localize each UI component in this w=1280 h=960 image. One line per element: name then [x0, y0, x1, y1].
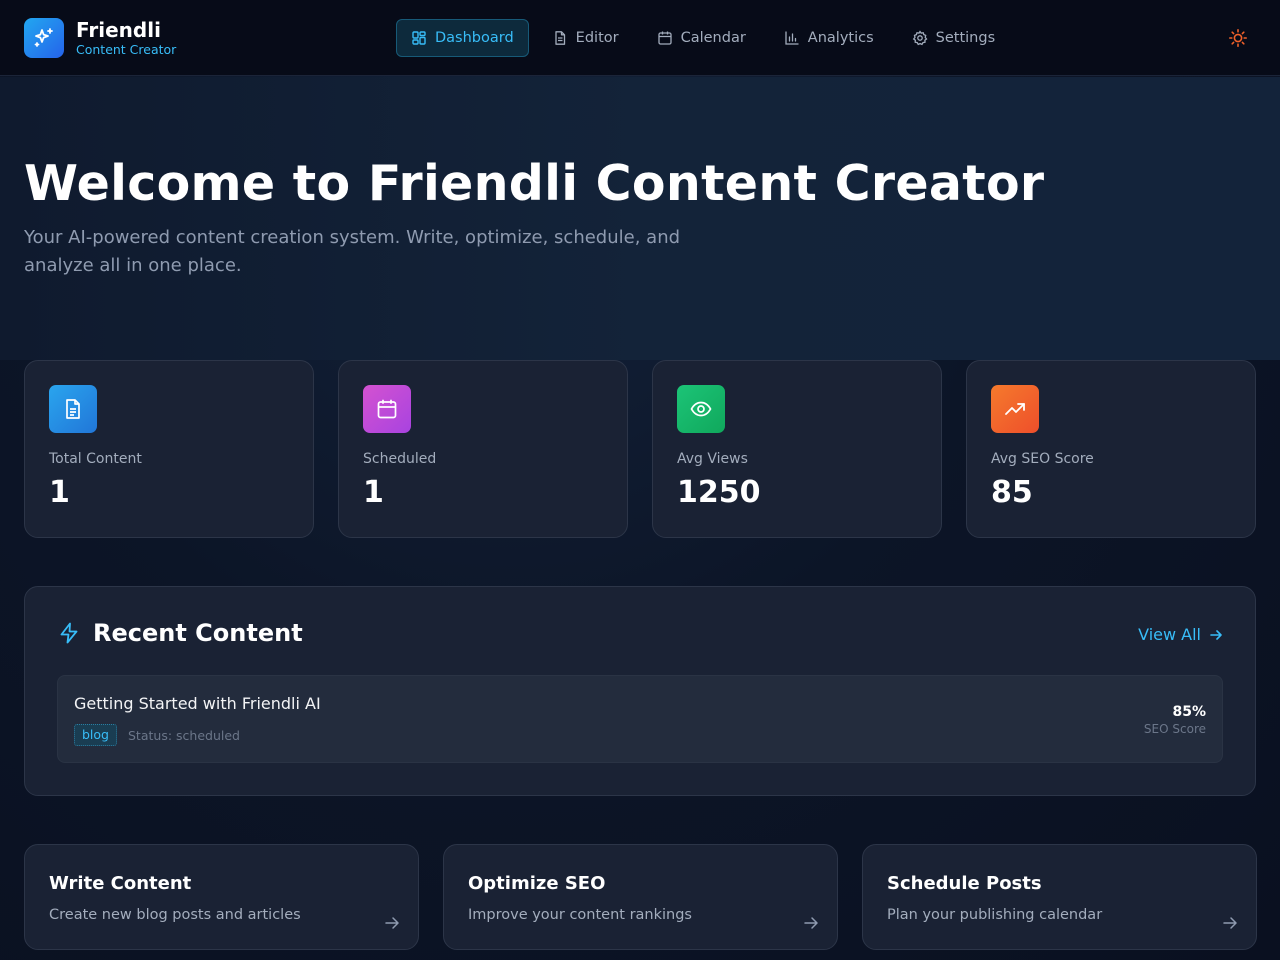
action-description: Create new blog posts and articles	[49, 907, 301, 923]
document-icon	[49, 385, 97, 433]
nav-dashboard-label: Dashboard	[435, 30, 514, 46]
action-card-write-content[interactable]: Write Content Create new blog posts and …	[24, 844, 419, 950]
lightning-icon	[60, 622, 78, 644]
stat-card-avg-views: Avg Views 1250	[652, 360, 942, 538]
nav-settings[interactable]: Settings	[897, 19, 1010, 57]
stats-row: Total Content 1 Scheduled 1 Avg Views 12…	[24, 360, 1256, 538]
nav-calendar-label: Calendar	[680, 30, 746, 46]
action-description: Plan your publishing calendar	[887, 907, 1103, 923]
action-card-optimize-seo[interactable]: Optimize SEO Improve your content rankin…	[443, 844, 838, 950]
nav-dashboard[interactable]: Dashboard	[396, 19, 529, 57]
action-card-schedule-posts[interactable]: Schedule Posts Plan your publishing cale…	[862, 844, 1257, 950]
stat-value: 1	[49, 475, 70, 510]
action-title: Optimize SEO	[468, 873, 606, 894]
nav-calendar[interactable]: Calendar	[642, 19, 761, 57]
nav-analytics[interactable]: Analytics	[769, 19, 889, 57]
eye-icon	[677, 385, 725, 433]
content-type-badge: blog	[74, 724, 117, 746]
quick-actions-row: Write Content Create new blog posts and …	[24, 844, 1257, 950]
content-status: Status: scheduled	[128, 728, 240, 743]
nav-settings-label: Settings	[935, 30, 996, 46]
stat-card-scheduled: Scheduled 1	[338, 360, 628, 538]
file-icon	[555, 31, 565, 45]
nav-editor-label: Editor	[575, 30, 619, 46]
stat-label: Avg SEO Score	[991, 451, 1094, 467]
stat-value: 1250	[677, 475, 761, 510]
arrow-right-icon	[1210, 629, 1222, 640]
stat-label: Total Content	[49, 451, 142, 467]
recent-content-panel: Recent Content View All Getting Started …	[24, 586, 1256, 796]
page-title: Welcome to Friendli Content Creator	[24, 155, 1045, 212]
dashboard-icon	[412, 31, 426, 45]
theme-toggle-button[interactable]	[1222, 22, 1254, 54]
view-all-link[interactable]: View All	[1138, 625, 1223, 644]
main-nav: Dashboard Editor Calendar Analytics Sett…	[396, 19, 1018, 57]
list-item[interactable]: Getting Started with Friendli AI blog St…	[57, 675, 1223, 763]
app-subtitle: Content Creator	[76, 42, 177, 57]
hero-description: Your AI-powered content creation system.…	[24, 227, 681, 276]
view-all-label: View All	[1138, 625, 1201, 644]
action-title: Schedule Posts	[887, 873, 1042, 894]
stat-card-total-content: Total Content 1	[24, 360, 314, 538]
brand[interactable]: Friendli Content Creator	[24, 18, 176, 58]
gear-icon	[912, 30, 928, 46]
seo-score-label: SEO Score	[1143, 722, 1206, 736]
nav-analytics-label: Analytics	[807, 30, 874, 46]
trending-up-icon	[991, 385, 1039, 433]
sparkles-icon	[24, 18, 64, 58]
nav-editor[interactable]: Editor	[537, 19, 634, 57]
action-description: Improve your content rankings	[468, 907, 692, 923]
action-title: Write Content	[49, 873, 192, 894]
calendar-icon	[363, 385, 411, 433]
sun-icon	[1229, 29, 1247, 47]
arrow-right-icon	[1223, 917, 1237, 929]
stat-label: Avg Views	[677, 451, 748, 467]
stat-value: 1	[363, 475, 384, 510]
stat-label: Scheduled	[363, 451, 437, 467]
stat-value: 85	[991, 475, 1033, 510]
recent-content-title: Recent Content	[93, 619, 303, 647]
arrow-right-icon	[804, 917, 818, 929]
content-item-title: Getting Started with Friendli AI	[74, 694, 321, 713]
app-name: Friendli	[76, 18, 161, 42]
bar-chart-icon	[785, 31, 799, 45]
top-navigation-bar: Friendli Content Creator Dashboard Edito…	[0, 0, 1280, 76]
calendar-icon	[657, 31, 672, 45]
arrow-right-icon	[385, 917, 399, 929]
hero-section	[0, 77, 1280, 360]
stat-card-avg-seo-score: Avg SEO Score 85	[966, 360, 1256, 538]
seo-score-value: 85%	[1172, 704, 1206, 720]
